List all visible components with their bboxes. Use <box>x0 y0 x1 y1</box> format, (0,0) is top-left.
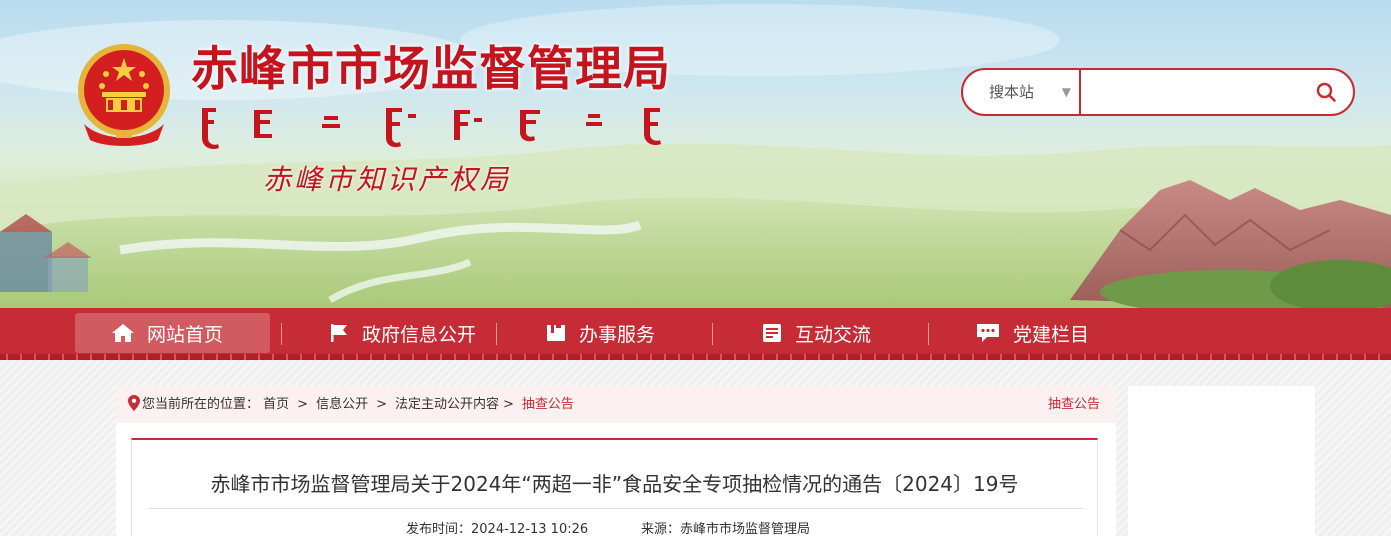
search-scope-label: 搜本站 <box>989 83 1035 101</box>
chevron-down-icon: ▼ <box>1061 85 1071 99</box>
mongolian-title-logo <box>202 108 661 149</box>
nav-item-services[interactable]: 办事服务 <box>545 313 655 353</box>
section-label-link[interactable]: 抽查公告 <box>1048 386 1100 423</box>
site-subtitle: 赤峰市知识产权局 <box>263 163 512 196</box>
nav-item-label: 网站首页 <box>147 323 224 346</box>
nav-item-label: 政府信息公开 <box>362 323 477 346</box>
nav-divider <box>496 323 497 345</box>
search-scope-dropdown[interactable]: 搜本站 ▼ <box>963 70 1081 114</box>
sidebar-panel <box>1128 386 1315 536</box>
nav-divider <box>712 323 713 345</box>
chat-icon <box>977 324 999 342</box>
search-input[interactable] <box>1085 74 1305 110</box>
interaction-icon <box>763 324 781 342</box>
breadcrumb-link-home[interactable]: 首页 <box>263 397 289 412</box>
flag-icon <box>331 324 347 342</box>
search-box: 搜本站 ▼ <box>961 68 1355 116</box>
national-emblem-icon <box>78 44 170 146</box>
breadcrumb-link-statutory[interactable]: 法定主动公开内容 <box>395 397 499 412</box>
service-icon <box>547 325 565 341</box>
breadcrumb-prefix: 您当前所在的位置： <box>142 397 260 412</box>
nav-item-label: 办事服务 <box>579 323 656 346</box>
nav-item-gov-info[interactable]: 政府信息公开 <box>328 313 476 353</box>
main-nav: 网站首页 政府信息公开 办事服务 互动交流 党建栏目 <box>0 308 1391 360</box>
breadcrumb-link-info[interactable]: 信息公开 <box>316 397 368 412</box>
breadcrumb-separator: > <box>503 397 514 412</box>
article-card: 赤峰市市场监督管理局关于2024年“两超一非”食品安全专项抽检情况的通告〔202… <box>131 438 1098 536</box>
article-title: 赤峰市市场监督管理局关于2024年“两超一非”食品安全专项抽检情况的通告〔202… <box>210 472 1019 496</box>
content-panel: 您当前所在的位置： 首页 > 信息公开 > 法定主动公开内容 > 抽查公告 抽查公告 赤峰市… <box>116 386 1116 536</box>
location-pin-icon <box>128 395 140 411</box>
breadcrumb-separator: > <box>297 397 309 412</box>
article-source: 来源：赤峰市市场监督管理局 <box>641 522 811 536</box>
nav-item-home[interactable]: 网站首页 <box>75 313 270 353</box>
nav-divider <box>928 323 929 345</box>
breadcrumb: 您当前所在的位置： 首页 > 信息公开 > 法定主动公开内容 > 抽查公告 抽查公告 <box>116 386 1116 423</box>
nav-item-interaction[interactable]: 互动交流 <box>761 313 871 353</box>
title-divider <box>148 508 1083 509</box>
nav-item-label: 互动交流 <box>795 323 872 346</box>
publish-time: 发布时间：2024-12-13 10:26 <box>406 522 589 536</box>
nav-item-party[interactable]: 党建栏目 <box>975 313 1089 353</box>
nav-item-label: 党建栏目 <box>1013 323 1090 346</box>
site-title: 赤峰市市场监督管理局 <box>191 42 671 97</box>
search-icon[interactable] <box>1315 81 1337 103</box>
nav-divider <box>281 323 282 345</box>
breadcrumb-link-current[interactable]: 抽查公告 <box>522 397 574 412</box>
header-banner: 赤峰市市场监督管理局 赤峰市知识产权局 搜本站 ▼ <box>0 0 1391 308</box>
home-icon <box>112 324 134 342</box>
breadcrumb-separator: > <box>376 397 387 412</box>
